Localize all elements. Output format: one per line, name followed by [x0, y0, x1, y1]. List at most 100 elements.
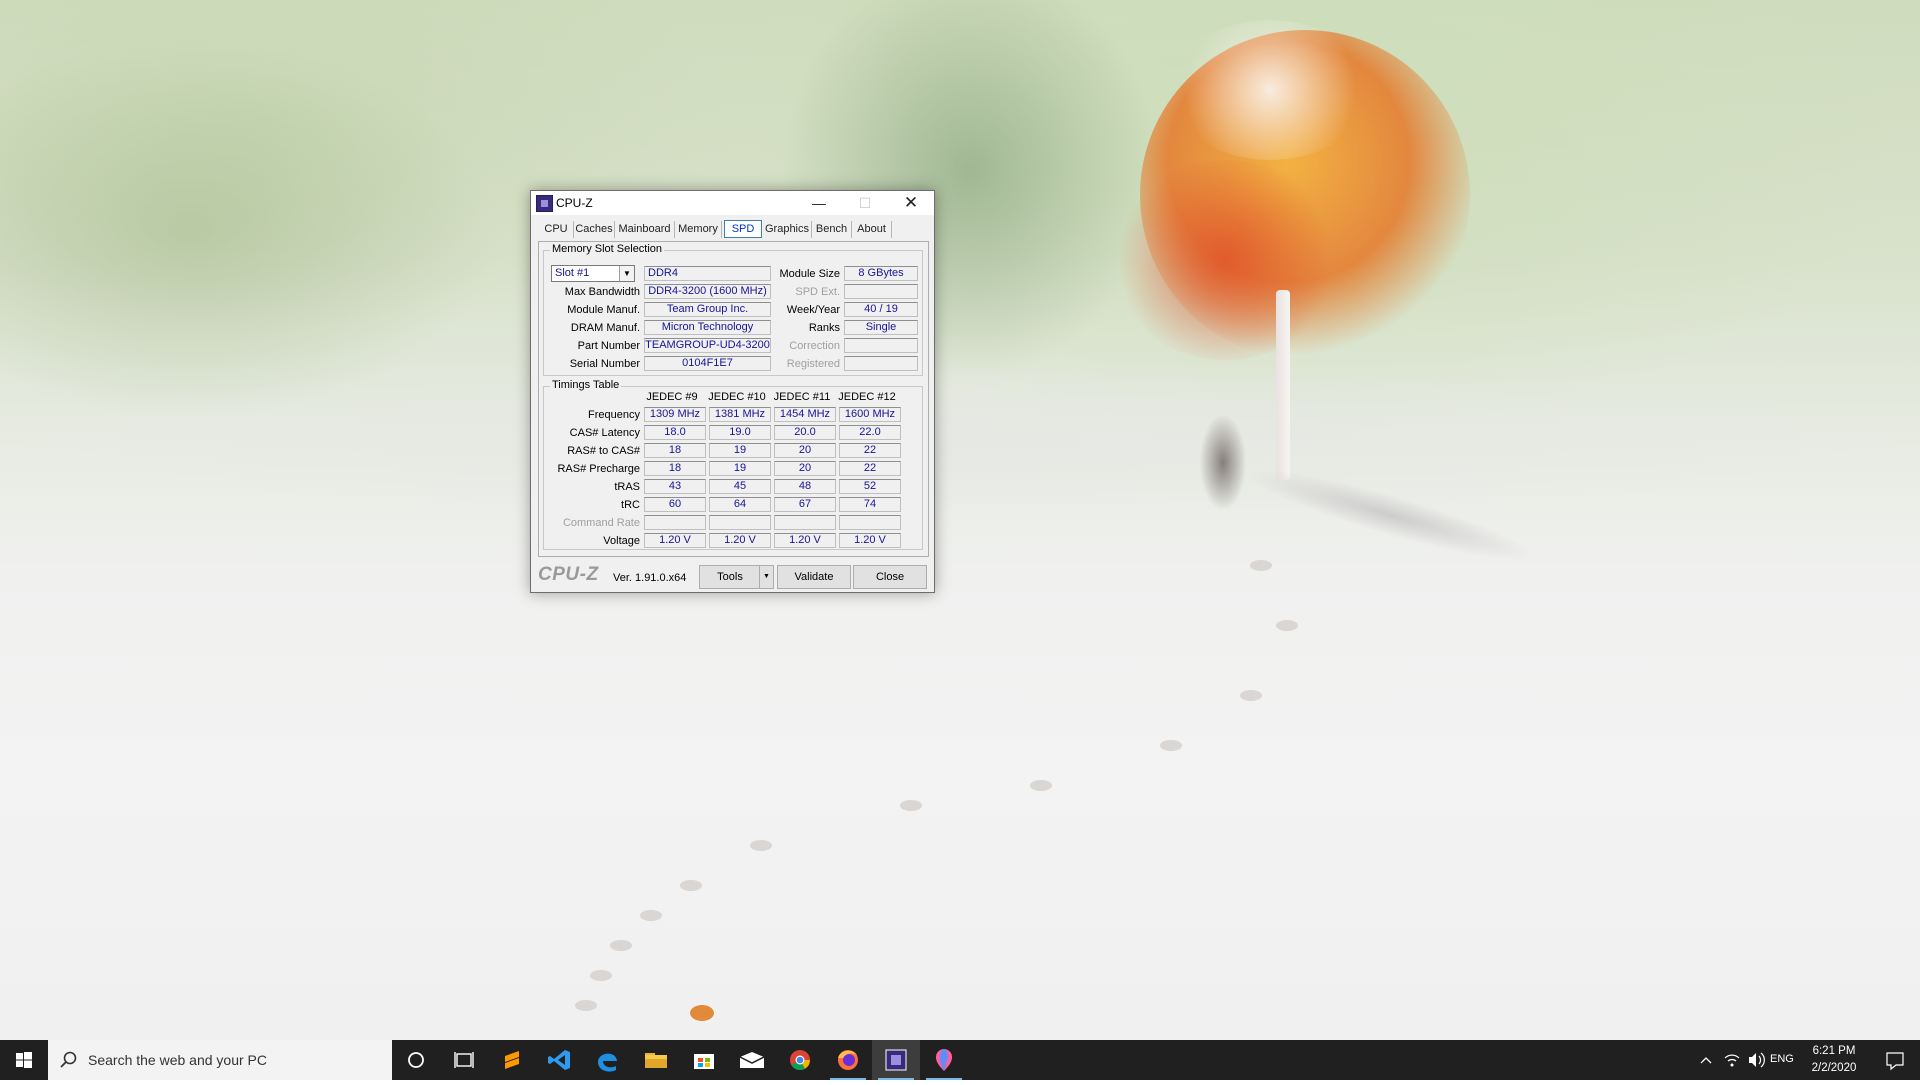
search-box[interactable]: Search the web and your PC [48, 1040, 392, 1080]
task-view-button[interactable] [440, 1040, 488, 1080]
timings-row-label: CAS# Latency [569, 427, 640, 439]
maximize-button[interactable]: ☐ [842, 191, 888, 215]
timings-cell: 48 [774, 479, 836, 494]
action-center-button[interactable] [1872, 1040, 1916, 1080]
timings-cell [774, 515, 836, 530]
slot-dropdown-value: Slot #1 [555, 267, 590, 279]
tools-button[interactable]: Tools [699, 565, 761, 589]
clock[interactable]: 6:21 PM 2/2/2020 [1803, 1043, 1865, 1077]
timings-row-label: RAS# Precharge [557, 463, 640, 475]
taskbar-app-chrome[interactable] [776, 1040, 824, 1080]
tab-caches[interactable]: Caches [574, 221, 615, 238]
notification-icon [1886, 1052, 1904, 1071]
timings-cell: 18.0 [644, 425, 706, 440]
validate-button[interactable]: Validate [777, 565, 851, 589]
taskbar-app-paint3d[interactable] [920, 1040, 968, 1080]
taskbar-app-vscode[interactable] [536, 1040, 584, 1080]
chevron-down-icon[interactable]: ▼ [619, 266, 634, 281]
group-title: Memory Slot Selection [550, 243, 665, 255]
timings-cell: 1454 MHz [774, 407, 836, 422]
tab-about[interactable]: About [852, 221, 892, 238]
search-placeholder: Search the web and your PC [88, 1052, 267, 1068]
memory-slot-selection-group: Memory Slot Selection Slot #1 ▼ DDR4 Mod… [543, 243, 923, 376]
max-bandwidth-label: Max Bandwidth [564, 286, 640, 298]
correction-label: Correction [789, 340, 840, 352]
slot-dropdown[interactable]: Slot #1 ▼ [551, 265, 635, 282]
timings-row-label: Command Rate [562, 517, 640, 529]
week-year-label: Week/Year [786, 304, 840, 316]
windows-logo-icon [16, 1052, 32, 1068]
desktop-wallpaper [0, 0, 1920, 1040]
tab-memory[interactable]: Memory [675, 221, 722, 238]
module-manuf-value: Team Group Inc. [644, 302, 771, 317]
version-text: Ver. 1.91.0.x64 [613, 572, 687, 584]
taskbar-app-sublime[interactable] [488, 1040, 536, 1080]
timings-cell: 19.0 [709, 425, 771, 440]
wifi-icon [1724, 1054, 1740, 1067]
timings-cell: 60 [644, 497, 706, 512]
edge-icon [598, 1053, 617, 1072]
input-language-indicator[interactable]: ENG [1770, 1053, 1794, 1065]
taskbar: Search the web and your PC ENG 6:21 PM 2… [0, 1040, 1920, 1080]
start-button[interactable] [0, 1040, 48, 1080]
paint-3d-icon [936, 1049, 952, 1071]
cpuz-window: CPU-Z — ☐ ✕ CPU Caches Mainboard Memory … [530, 190, 935, 593]
tab-spd[interactable]: SPD [724, 220, 762, 238]
timings-cell: 1.20 V [709, 533, 771, 548]
part-number-value: TEAMGROUP-UD4-3200 [644, 338, 771, 353]
timings-cell: 45 [709, 479, 771, 494]
timings-cell [839, 515, 901, 530]
tab-graphics[interactable]: Graphics [763, 221, 812, 238]
show-hidden-icons-button[interactable] [1694, 1040, 1718, 1080]
group-title: Timings Table [550, 379, 622, 391]
tab-mainboard[interactable]: Mainboard [615, 221, 675, 238]
taskbar-app-file-explorer[interactable] [632, 1040, 680, 1080]
module-size-value: 8 GBytes [844, 266, 918, 281]
tab-bench[interactable]: Bench [812, 221, 852, 238]
taskbar-app-store[interactable] [680, 1040, 728, 1080]
cpuz-icon [885, 1049, 907, 1071]
part-number-label: Part Number [577, 340, 640, 352]
volume-button[interactable] [1744, 1040, 1768, 1080]
registered-value [844, 356, 918, 371]
tools-dropdown-arrow-icon[interactable]: ▼ [759, 565, 774, 589]
ranks-label: Ranks [808, 322, 840, 334]
window-title: CPU-Z [556, 196, 593, 210]
module-manuf-label: Module Manuf. [567, 304, 640, 316]
module-size-label: Module Size [779, 268, 840, 280]
taskbar-app-cpuz[interactable] [872, 1040, 920, 1080]
timings-cell: 22.0 [839, 425, 901, 440]
taskbar-app-mail[interactable] [728, 1040, 776, 1080]
cpuz-brand-logo: CPU-Z [538, 564, 599, 585]
taskbar-app-edge[interactable] [584, 1040, 632, 1080]
cortana-icon [408, 1052, 424, 1068]
title-bar[interactable]: CPU-Z — ☐ ✕ [531, 191, 934, 215]
close-button[interactable]: Close [853, 565, 927, 589]
minimize-button[interactable]: — [796, 191, 842, 215]
timings-cell [644, 515, 706, 530]
timings-table-group: Timings Table JEDEC #9 JEDEC #10 JEDEC #11… [543, 379, 923, 550]
clock-date: 2/2/2020 [1811, 1062, 1857, 1074]
timings-row-label: tRAS [614, 481, 640, 493]
serial-number-value: 0104F1E7 [644, 356, 771, 371]
firefox-icon [838, 1050, 858, 1070]
week-year-value: 40 / 19 [844, 302, 918, 317]
taskbar-app-firefox[interactable] [824, 1040, 872, 1080]
speaker-icon [1749, 1052, 1765, 1068]
timings-cell: 67 [774, 497, 836, 512]
timings-cell: 18 [644, 443, 706, 458]
timings-cell: 22 [839, 461, 901, 476]
cortana-button[interactable] [392, 1040, 440, 1080]
network-button[interactable] [1720, 1040, 1744, 1080]
serial-number-label: Serial Number [569, 358, 640, 370]
timings-cell: 1.20 V [839, 533, 901, 548]
sublime-text-icon [505, 1051, 519, 1069]
correction-value [844, 338, 918, 353]
timings-cell: 20.0 [774, 425, 836, 440]
folder-icon [645, 1053, 667, 1068]
timings-column-header: JEDEC #11 [773, 391, 831, 403]
tab-cpu[interactable]: CPU [539, 221, 574, 238]
close-window-button[interactable]: ✕ [888, 191, 934, 215]
timings-cell: 52 [839, 479, 901, 494]
clock-time: 6:21 PM [1812, 1045, 1856, 1057]
